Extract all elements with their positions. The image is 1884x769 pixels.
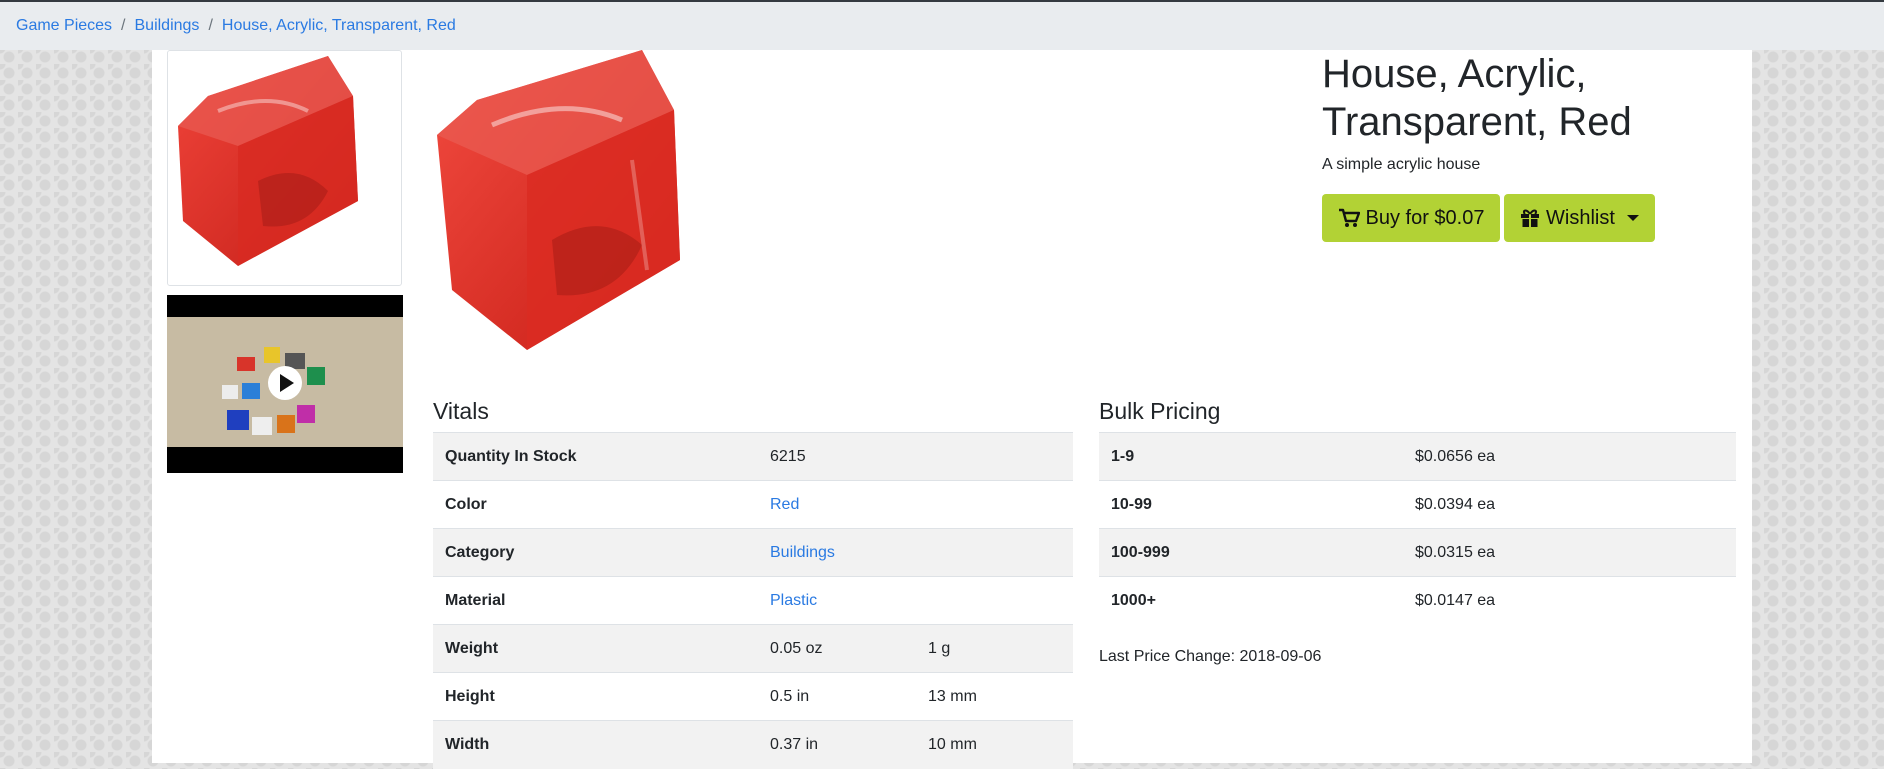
category-link[interactable]: Buildings (770, 544, 835, 561)
table-row: Color Red (433, 480, 1073, 529)
vitals-value: 0.05 oz (758, 624, 916, 673)
bulk-pricing-table: 1-9 $0.0656 ea 10-99 $0.0394 ea 100-999 … (1099, 432, 1736, 625)
vitals-table: Quantity In Stock 6215 Color Red Categor… (433, 432, 1073, 769)
table-row: Quantity In Stock 6215 (433, 432, 1073, 481)
vitals-label: Color (433, 480, 758, 529)
vitals-heading: Vitals (433, 398, 489, 424)
color-link[interactable]: Red (770, 496, 799, 513)
video-thumbnail[interactable] (167, 295, 403, 473)
thumbnail-image[interactable] (167, 50, 402, 286)
bulk-pricing-heading: Bulk Pricing (1099, 398, 1221, 424)
bulk-price: $0.0315 ea (1403, 528, 1736, 577)
breadcrumb-separator: / (208, 17, 213, 34)
table-row: Width 0.37 in 10 mm (433, 720, 1073, 769)
product-container: House, Acrylic, Transparent, Red A simpl… (152, 50, 1752, 769)
vitals-value-metric (916, 480, 1073, 529)
table-row: 1-9 $0.0656 ea (1099, 432, 1736, 481)
breadcrumb-separator: / (121, 17, 126, 34)
bulk-qty: 10-99 (1099, 480, 1403, 529)
chevron-down-icon (1626, 215, 1639, 221)
table-row: 1000+ $0.0147 ea (1099, 576, 1736, 625)
breadcrumb-current[interactable]: House, Acrylic, Transparent, Red (222, 17, 456, 35)
table-row: 100-999 $0.0315 ea (1099, 528, 1736, 577)
product-subtitle: A simple acrylic house (1322, 156, 1481, 173)
red-house-thumbnail (178, 56, 358, 266)
cart-icon (1338, 208, 1360, 227)
table-row: 10-99 $0.0394 ea (1099, 480, 1736, 529)
vitals-value: 0.5 in (758, 672, 916, 721)
bulk-price: $0.0656 ea (1403, 432, 1736, 481)
buy-button-label: Buy for $0.07 (1365, 206, 1485, 229)
table-row: Category Buildings (433, 528, 1073, 577)
video-preview (167, 295, 403, 473)
vitals-label: Material (433, 576, 758, 625)
vitals-label: Weight (433, 624, 758, 673)
red-house-image (437, 50, 680, 350)
vitals-label: Width (433, 720, 758, 769)
last-price-change: Last Price Change: 2018-09-06 (1099, 648, 1322, 665)
main-product-image (432, 50, 752, 360)
buy-button[interactable]: Buy for $0.07 (1322, 194, 1500, 242)
bulk-qty: 1000+ (1099, 576, 1403, 625)
table-row: Height 0.5 in 13 mm (433, 672, 1073, 721)
vitals-value-metric (916, 528, 1073, 577)
bulk-qty: 100-999 (1099, 528, 1403, 577)
wishlist-button-label: Wishlist (1546, 206, 1615, 229)
vitals-value-metric: 10 mm (916, 720, 1073, 769)
vitals-label: Category (433, 528, 758, 577)
bulk-price: $0.0147 ea (1403, 576, 1736, 625)
product-title: House, Acrylic, Transparent, Red (1322, 52, 1632, 144)
vitals-value-metric: 13 mm (916, 672, 1073, 721)
wishlist-button[interactable]: Wishlist (1504, 194, 1655, 242)
breadcrumb-game-pieces[interactable]: Game Pieces (16, 17, 112, 35)
breadcrumb-buildings[interactable]: Buildings (135, 17, 200, 35)
vitals-label: Quantity In Stock (433, 432, 758, 481)
vitals-value: 6215 (758, 432, 916, 481)
breadcrumb: Game Pieces / Buildings / House, Acrylic… (0, 2, 1884, 50)
table-row: Weight 0.05 oz 1 g (433, 624, 1073, 673)
vitals-value-metric (916, 576, 1073, 625)
vitals-label: Height (433, 672, 758, 721)
bulk-price: $0.0394 ea (1403, 480, 1736, 529)
gift-icon (1521, 209, 1540, 227)
bulk-qty: 1-9 (1099, 432, 1403, 481)
vitals-value-metric (916, 432, 1073, 481)
vitals-value-metric: 1 g (916, 624, 1073, 673)
material-link[interactable]: Plastic (770, 592, 817, 609)
table-row: Material Plastic (433, 576, 1073, 625)
vitals-value: 0.37 in (758, 720, 916, 769)
